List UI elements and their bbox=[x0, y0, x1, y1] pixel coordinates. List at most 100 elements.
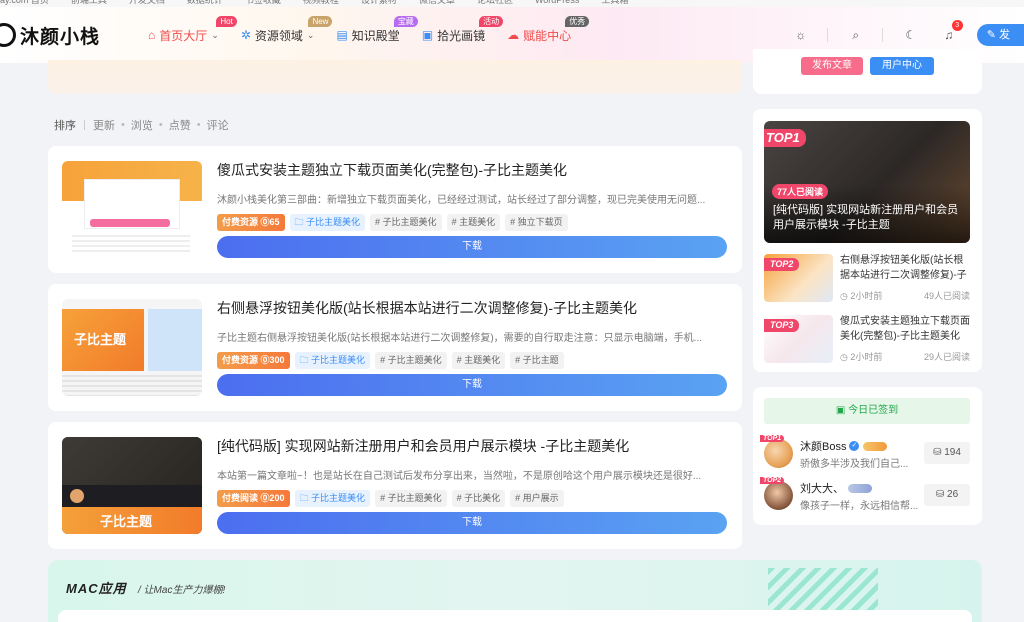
site-logo[interactable]: 沐颜小栈 bbox=[0, 22, 100, 49]
coin-icon: ⛁ bbox=[933, 447, 945, 458]
bookmark-item[interactable]: WordPress bbox=[535, 0, 579, 5]
sort-label: 排序 bbox=[54, 120, 76, 132]
hot-article-title[interactable]: 右侧悬浮按钮美化版(站长根据本站进行二次调整修复)-子比主题美化 bbox=[840, 253, 970, 283]
bookmark-item[interactable]: 数据统计 bbox=[187, 0, 223, 5]
post-card[interactable]: 子比主题 [纯代码版] 实现网站新注册用户和会员用户展示模块 -子比主题美化 本… bbox=[48, 422, 742, 549]
avatar[interactable]: TOP2 bbox=[760, 477, 793, 510]
nav-label: 知识殿堂 bbox=[351, 28, 400, 43]
nav-item[interactable]: ✲ 资源领域 ⌄ New bbox=[240, 15, 333, 44]
hot-article-thumbnail[interactable]: TOP2 bbox=[764, 254, 833, 302]
download-button[interactable]: 下载 bbox=[217, 374, 727, 396]
category-tag[interactable]: 🗀 子比主题美化 bbox=[289, 214, 366, 231]
nav-item[interactable]: ▤ 知识殿堂 宝藏 bbox=[336, 15, 418, 44]
post-time: ◷ 2小时前 bbox=[840, 352, 883, 362]
nav-badge: New bbox=[308, 15, 333, 27]
bell-icon[interactable]: ♫ 3 bbox=[939, 20, 963, 45]
hot-article-meta: ◷ 2小时前 29人已阅读 bbox=[840, 350, 970, 363]
rank-badge: TOP1 bbox=[760, 435, 785, 442]
hot-article-item[interactable]: TOP2 右侧悬浮按钮美化版(站长根据本站进行二次调整修复)-子比主题美化 ◷ … bbox=[764, 254, 970, 302]
bookmark-item[interactable]: 设计素材 bbox=[361, 0, 397, 5]
user-name-row: 沐颜Boss ✓ bbox=[800, 438, 888, 454]
tag-link[interactable]: # 子比主题美化 bbox=[375, 490, 447, 507]
verified-icon: ✓ bbox=[849, 441, 860, 451]
tag-link[interactable]: # 独立下载页 bbox=[505, 214, 568, 231]
post-thumbnail[interactable]: 子比主题 bbox=[62, 299, 202, 396]
nav-badge: 优秀 bbox=[565, 15, 590, 27]
post-card[interactable]: 傻瓜式安装主题独立下载页面美化(完整包)-子比主题美化 沐颜小栈美化第三部曲：新… bbox=[48, 146, 742, 273]
post-excerpt: 子比主题右侧悬浮按钮美化版(站长根据本站进行二次调整修复)，需要的自行取走注意：… bbox=[217, 333, 702, 344]
grid-icon: ✲ bbox=[240, 28, 251, 42]
bookmark-item[interactable]: 微信文章 bbox=[419, 0, 455, 5]
post-thumbnail[interactable]: 子比主题 bbox=[62, 437, 202, 534]
tag-link[interactable]: # 用户展示 bbox=[510, 490, 564, 507]
post-title[interactable]: [纯代码版] 实现网站新注册用户和会员用户展示模块 -子比主题美化 bbox=[217, 436, 629, 456]
checkin-user[interactable]: TOP2 刘大大、 像孩子一样，永远相信帮... ⛁ 26 bbox=[760, 477, 970, 514]
post-card[interactable]: 子比主题 右侧悬浮按钮美化版(站长根据本站进行二次调整修复)-子比主题美化 子比… bbox=[48, 284, 742, 411]
user-name[interactable]: 刘大大、 bbox=[800, 480, 844, 496]
nav-badge: Hot bbox=[216, 15, 237, 27]
sort-option-comments[interactable]: 评论 bbox=[207, 117, 229, 133]
nav-item[interactable]: ☁ 赋能中心 优秀 bbox=[507, 15, 590, 44]
avatar[interactable]: TOP1 bbox=[760, 435, 793, 468]
nav-label: 拾光画镜 bbox=[437, 28, 486, 43]
category-tag[interactable]: 🗀 子比主题美化 bbox=[294, 490, 371, 507]
tag-link[interactable]: # 主题美化 bbox=[446, 214, 501, 231]
hot-article-title[interactable]: 傻瓜式安装主题独立下载页面美化(完整包)-子比主题美化 bbox=[840, 314, 970, 344]
bookmark-item[interactable]: ay.com 首页 bbox=[0, 0, 49, 5]
nav-label: 首页大厅 bbox=[159, 28, 208, 43]
bookmark-item[interactable]: 论坛社区 bbox=[477, 0, 513, 5]
checkin-count: ⛁ 194 bbox=[924, 442, 970, 464]
publish-button[interactable]: ✎ 发 bbox=[976, 24, 1024, 46]
tag-link[interactable]: # 子比美化 bbox=[451, 490, 506, 507]
checkin-user[interactable]: TOP1 沐颜Boss ✓ 骄傲多半涉及我们自己... ⛁ 194 bbox=[760, 435, 970, 472]
sort-option-likes[interactable]: 点赞 bbox=[169, 117, 191, 133]
nav-item[interactable]: ⌂ 首页大厅 ⌄ Hot bbox=[148, 15, 237, 44]
category-tag[interactable]: 🗀 子比主题美化 bbox=[294, 352, 371, 369]
coin-icon: ⛁ bbox=[935, 489, 948, 500]
logo-text: 沐颜小栈 bbox=[20, 26, 101, 48]
top-banner-card bbox=[48, 60, 742, 94]
bookmark-item[interactable]: 开发文档 bbox=[129, 0, 165, 5]
tag-link[interactable]: # 子比主题 bbox=[510, 352, 564, 369]
bookmark-item[interactable]: 视频教程 bbox=[303, 0, 339, 5]
post-time: ◷ 2小时前 bbox=[840, 291, 883, 301]
search-icon[interactable]: ⌕ bbox=[846, 25, 866, 45]
rank-badge: TOP2 bbox=[760, 477, 785, 484]
download-button[interactable]: 下载 bbox=[217, 512, 727, 534]
theme-tips-icon[interactable]: ☼ bbox=[791, 25, 811, 45]
hot-article-featured[interactable]: TOP1 77人已阅读 [纯代码版] 实现网站新注册用户和会员用户展示模块 -子… bbox=[764, 121, 970, 243]
bookmark-item[interactable]: 书签收藏 bbox=[245, 0, 281, 5]
bookmark-item[interactable]: 工具箱 bbox=[601, 0, 628, 5]
publish-post-button[interactable]: 发布文章 bbox=[801, 57, 863, 75]
sort-option-update[interactable]: 更新 bbox=[93, 117, 115, 133]
hot-article-thumbnail[interactable]: TOP3 bbox=[764, 315, 833, 363]
bookmark-item[interactable]: 前端工具 bbox=[71, 0, 107, 5]
tag-link[interactable]: # 子比主题美化 bbox=[375, 352, 447, 369]
vip-badge-icon bbox=[863, 441, 888, 451]
read-count: 29人已阅读 bbox=[923, 352, 970, 362]
checkin-status[interactable]: ▣ 今日已签到 bbox=[764, 398, 970, 424]
user-panel: 发布文章 用户中心 bbox=[753, 49, 982, 94]
category-label: 子比主题美化 bbox=[306, 217, 361, 227]
user-name[interactable]: 沐颜Boss bbox=[800, 438, 846, 454]
rank-badge: TOP2 bbox=[764, 258, 800, 271]
category-label: 子比主题美化 bbox=[311, 355, 366, 365]
nav-item[interactable]: ▣ 拾光画镜 活动 bbox=[422, 15, 504, 44]
hot-article-item[interactable]: TOP3 傻瓜式安装主题独立下载页面美化(完整包)-子比主题美化 ◷ 2小时前 … bbox=[764, 315, 970, 363]
sort-option-views[interactable]: 浏览 bbox=[131, 117, 153, 133]
price-badge: 付费阅读 ⓪200 bbox=[217, 490, 290, 507]
tag-link[interactable]: # 子比主题美化 bbox=[370, 214, 442, 231]
post-title[interactable]: 右侧悬浮按钮美化版(站长根据本站进行二次调整修复)-子比主题美化 bbox=[217, 298, 637, 318]
post-thumbnail[interactable] bbox=[62, 161, 202, 258]
download-button[interactable]: 下载 bbox=[217, 236, 727, 258]
user-center-button[interactable]: 用户中心 bbox=[870, 57, 934, 75]
hot-article-meta: ◷ 2小时前 49人已阅读 bbox=[840, 289, 970, 302]
post-title[interactable]: 傻瓜式安装主题独立下载页面美化(完整包)-子比主题美化 bbox=[217, 160, 567, 180]
publish-label: 发 bbox=[999, 29, 1010, 41]
tag-link[interactable]: # 主题美化 bbox=[451, 352, 506, 369]
dark-mode-icon[interactable]: ☾ bbox=[901, 25, 921, 45]
hot-article-title[interactable]: [纯代码版] 实现网站新注册用户和会员用户展示模块 -子比主题 bbox=[773, 203, 963, 233]
price-badge: 付费资源 ⓪65 bbox=[217, 214, 285, 231]
sort-bar: 排序 更新 • 浏览 • 点赞 • 评论 bbox=[54, 117, 229, 133]
post-tags: 付费资源 ⓪65 🗀 子比主题美化 # 子比主题美化 # 主题美化 # 独立下载… bbox=[217, 214, 568, 231]
